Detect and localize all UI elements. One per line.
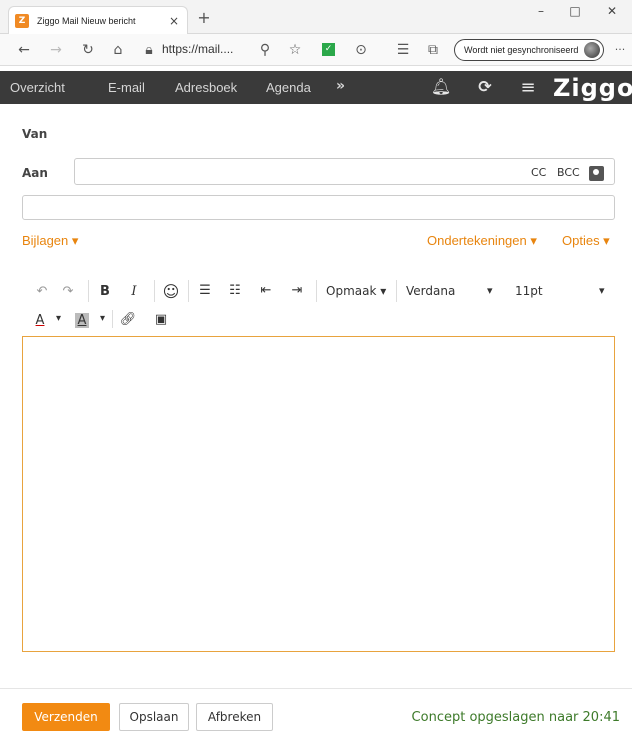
redo-icon[interactable]: ↷	[58, 284, 78, 299]
from-label: Van	[22, 127, 48, 141]
tab-title: Ziggo Mail Nieuw bericht	[37, 15, 136, 26]
sync-label: Wordt niet gesynchroniseerd	[464, 45, 579, 55]
nav-email[interactable]: E-mail	[108, 80, 145, 95]
bell-icon[interactable]: 🔔︎	[430, 77, 452, 96]
profile-avatar-icon	[584, 42, 600, 58]
collections-icon[interactable]: ⧉	[423, 40, 443, 60]
undo-icon[interactable]: ↶	[32, 284, 52, 299]
key-icon[interactable]: ⚲	[255, 40, 275, 60]
nav-more-icon[interactable]: »	[336, 78, 345, 94]
outdent-icon[interactable]: ⇤	[256, 283, 276, 298]
signatures-link[interactable]: Ondertekeningen ▾	[427, 233, 537, 249]
bold-button[interactable]: B	[95, 284, 115, 299]
url-field[interactable]: https://mail....	[162, 42, 233, 56]
image-icon[interactable]: ▣	[152, 312, 170, 327]
forward-icon[interactable]: →	[46, 40, 66, 60]
extension-check-icon[interactable]: ✓	[322, 43, 335, 56]
maximize-icon[interactable]: □	[565, 4, 585, 18]
menu-icon[interactable]: ≡	[517, 77, 539, 98]
browser-tab[interactable]: Z Ziggo Mail Nieuw bericht ×	[8, 6, 188, 34]
font-family-caret-icon[interactable]: ▾	[487, 284, 493, 297]
favorites-list-icon[interactable]: ☰	[393, 40, 413, 60]
font-size-caret-icon[interactable]: ▾	[599, 284, 605, 297]
home-icon[interactable]: ⌂	[108, 40, 128, 60]
nav-agenda[interactable]: Agenda	[266, 80, 311, 95]
text-color-button[interactable]: A	[33, 313, 47, 328]
sync-status-button[interactable]: Wordt niet gesynchroniseerd	[454, 39, 604, 61]
window-close-icon[interactable]: ✕	[602, 4, 622, 18]
tab-close-icon[interactable]: ×	[167, 14, 181, 28]
save-button[interactable]: Opslaan	[119, 703, 189, 731]
bg-color-caret-icon[interactable]: ▾	[100, 313, 105, 324]
toolbar-separator	[396, 280, 397, 302]
nav-overzicht[interactable]: Overzicht	[10, 80, 65, 95]
cc-button[interactable]: CC	[531, 166, 546, 179]
cancel-button[interactable]: Afbreken	[196, 703, 273, 731]
ziggo-logo[interactable]: Ziggo	[553, 74, 632, 102]
to-label: Aan	[22, 166, 48, 180]
toolbar-separator	[88, 280, 89, 302]
text-color-caret-icon[interactable]: ▾	[56, 313, 61, 324]
attachments-link[interactable]: Bijlagen ▾	[22, 233, 78, 249]
bcc-button[interactable]: BCC	[557, 166, 580, 179]
more-icon[interactable]: ···	[610, 40, 630, 60]
refresh-icon[interactable]: ↻	[78, 40, 98, 60]
options-link[interactable]: Opties ▾	[562, 233, 610, 249]
toolbar-separator	[154, 280, 155, 302]
extension-icon[interactable]: ⊙	[351, 40, 371, 60]
address-bar: ← → ↻ ⌂ 🔒︎ https://mail.... ⚲ ☆ ✓ ⊙ ☰ ⧉ …	[0, 34, 632, 66]
favorite-star-icon[interactable]: ☆	[285, 40, 305, 60]
new-tab-icon[interactable]: +	[194, 8, 214, 27]
font-size-dropdown[interactable]: 11pt	[515, 284, 543, 298]
numbered-list-icon[interactable]: ☷	[225, 283, 245, 298]
nav-adresboek[interactable]: Adresboek	[175, 80, 237, 95]
ziggo-favicon-icon: Z	[15, 13, 29, 28]
browser-tab-bar: Z Ziggo Mail Nieuw bericht × + – □ ✕	[0, 0, 632, 34]
back-icon[interactable]: ←	[14, 40, 34, 60]
italic-button[interactable]: I	[124, 284, 144, 299]
toolbar-separator	[188, 280, 189, 302]
bullet-list-icon[interactable]: ☰	[195, 283, 215, 298]
format-dropdown[interactable]: Opmaak ▾	[326, 284, 386, 298]
address-book-icon[interactable]	[589, 166, 604, 181]
indent-icon[interactable]: ⇥	[287, 283, 307, 298]
send-button[interactable]: Verzenden	[22, 703, 110, 731]
link-icon[interactable]: 🔗︎	[119, 312, 137, 327]
lock-icon: 🔒︎	[145, 42, 153, 58]
toolbar-separator	[316, 280, 317, 302]
subject-input[interactable]	[22, 195, 615, 220]
emoji-icon[interactable]: ☺	[160, 282, 182, 301]
sync-icon[interactable]: ⟳	[474, 77, 496, 96]
toolbar-separator	[112, 310, 113, 328]
bg-color-button[interactable]: A	[75, 313, 89, 328]
draft-status: Concept opgeslagen naar 20:41	[411, 710, 620, 725]
font-family-dropdown[interactable]: Verdana	[406, 284, 455, 298]
message-editor[interactable]	[22, 336, 615, 652]
app-nav: Overzicht E-mail Adresboek Agenda » 🔔︎ ⟳…	[0, 71, 632, 104]
minimize-icon[interactable]: –	[531, 4, 551, 18]
